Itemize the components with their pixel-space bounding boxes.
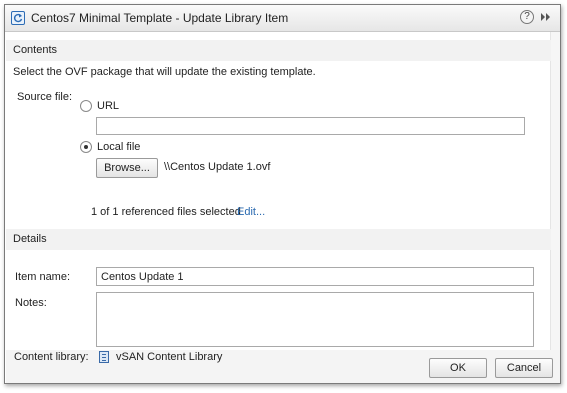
dialog-title: Centos7 Minimal Template - Update Librar… [31, 11, 289, 25]
refresh-icon [11, 11, 25, 25]
local-file-radio[interactable] [80, 141, 92, 153]
content-library-icon [99, 351, 109, 363]
content-library-name: vSAN Content Library [116, 351, 223, 363]
details-section-header: Details [6, 229, 551, 250]
item-name-input[interactable] [96, 267, 534, 286]
url-radio-label[interactable]: URL [97, 100, 119, 112]
item-name-label: Item name: [15, 271, 71, 283]
notes-label: Notes: [15, 297, 47, 309]
help-icon[interactable]: ? [520, 10, 534, 24]
local-file-radio-label[interactable]: Local file [97, 141, 140, 153]
contents-description: Select the OVF package that will update … [13, 66, 316, 78]
contents-header-label: Contents [13, 44, 58, 56]
vertical-scrollbar[interactable] [550, 32, 560, 350]
notes-textarea[interactable] [96, 292, 534, 347]
referenced-files-status: 1 of 1 referenced files selected [91, 206, 241, 218]
update-library-item-dialog: Centos7 Minimal Template - Update Librar… [4, 4, 561, 384]
url-radio[interactable] [80, 100, 92, 112]
browse-button[interactable]: Browse... [96, 158, 158, 178]
dialog-footer: Content library: vSAN Content Library OK… [6, 350, 560, 383]
details-header-label: Details [13, 233, 47, 245]
url-input[interactable] [96, 117, 525, 135]
selected-file-path: \\Centos Update 1.ovf [164, 161, 271, 173]
source-file-label: Source file: [17, 91, 73, 103]
cancel-button[interactable]: Cancel [495, 358, 553, 378]
content-library-label: Content library: [14, 351, 89, 363]
double-chevron-right-icon[interactable] [540, 11, 552, 23]
edit-referenced-files-link[interactable]: Edit... [237, 206, 265, 218]
contents-section-header: Contents [6, 40, 551, 61]
title-bar[interactable]: Centos7 Minimal Template - Update Librar… [5, 5, 560, 32]
ok-button[interactable]: OK [429, 358, 487, 378]
